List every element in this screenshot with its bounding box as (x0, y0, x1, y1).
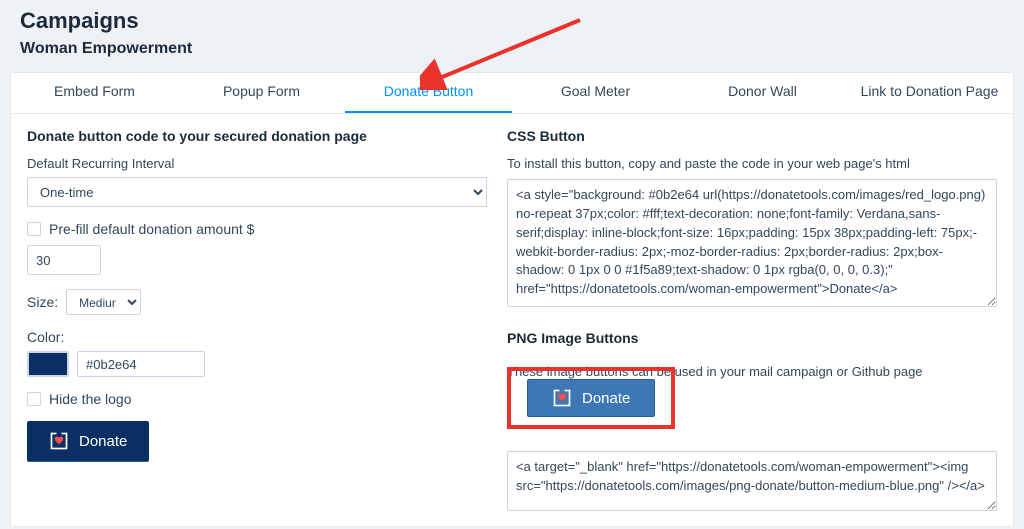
main-panel: Embed Form Popup Form Donate Button Goal… (10, 72, 1014, 527)
campaign-name: Woman Empowerment (20, 40, 1004, 58)
color-row: Color: (27, 329, 487, 377)
page-title: Campaigns (20, 8, 1004, 34)
prefill-amount-input[interactable] (27, 245, 101, 275)
size-row: Size: Medium (27, 289, 487, 315)
png-donate-label: Donate (582, 390, 630, 407)
left-column: Donate button code to your secured donat… (27, 128, 507, 514)
size-select[interactable]: Medium (66, 289, 141, 315)
color-input[interactable] (77, 351, 205, 377)
tab-popup-form[interactable]: Popup Form (178, 73, 345, 113)
tab-bar: Embed Form Popup Form Donate Button Goal… (11, 73, 1013, 114)
prefill-checkbox[interactable] (27, 222, 41, 236)
recurring-select[interactable]: One-time (27, 177, 487, 207)
tab-donate-button[interactable]: Donate Button (345, 73, 512, 113)
prefill-label: Pre-fill default donation amount $ (49, 221, 254, 237)
hide-logo-row: Hide the logo (27, 391, 487, 407)
right-column: CSS Button To install this button, copy … (507, 128, 997, 514)
png-code-textarea[interactable] (507, 451, 997, 511)
css-title: CSS Button (507, 128, 997, 144)
left-section-title: Donate button code to your secured donat… (27, 128, 487, 144)
donate-logo-icon (552, 388, 572, 408)
tab-goal-meter[interactable]: Goal Meter (512, 73, 679, 113)
css-code-textarea[interactable] (507, 179, 997, 307)
png-title: PNG Image Buttons (507, 330, 997, 346)
size-label: Size: (27, 294, 58, 310)
hide-logo-checkbox[interactable] (27, 392, 41, 406)
donate-logo-icon (49, 431, 69, 451)
css-help: To install this button, copy and paste t… (507, 156, 997, 171)
color-swatch[interactable] (27, 351, 69, 377)
png-donate-button[interactable]: Donate (527, 379, 655, 417)
tab-embed-form[interactable]: Embed Form (11, 73, 178, 113)
color-label: Color: (27, 329, 64, 345)
hide-logo-label: Hide the logo (49, 391, 132, 407)
tab-link-to-donation[interactable]: Link to Donation Page (846, 73, 1013, 113)
prefill-row: Pre-fill default donation amount $ (27, 221, 487, 237)
donate-preview-label: Donate (79, 433, 127, 450)
recurring-label: Default Recurring Interval (27, 156, 487, 171)
tab-donor-wall[interactable]: Donor Wall (679, 73, 846, 113)
page-header: Campaigns Woman Empowerment (0, 0, 1024, 72)
png-highlight-box: Donate (507, 367, 675, 429)
donate-preview-button[interactable]: Donate (27, 421, 149, 461)
